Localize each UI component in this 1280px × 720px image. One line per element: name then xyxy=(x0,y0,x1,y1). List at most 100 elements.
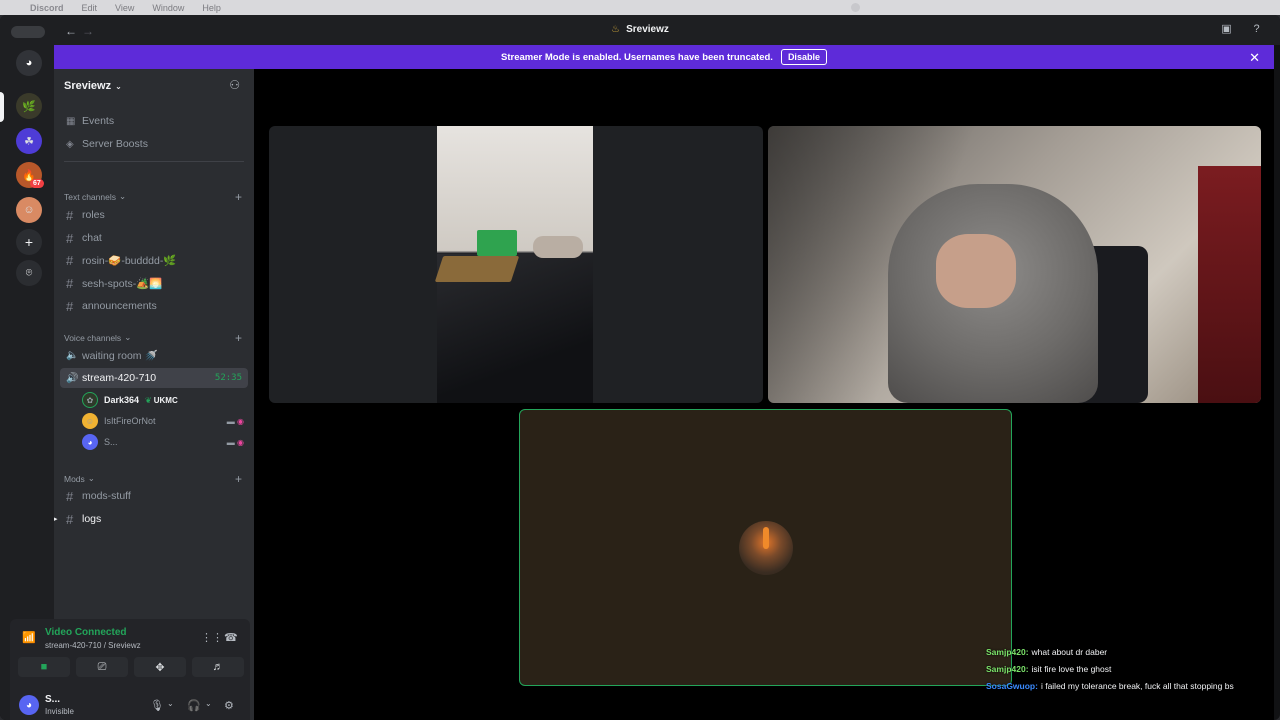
hash-icon: # xyxy=(66,298,74,314)
wooden-board xyxy=(434,256,520,282)
add-member-icon[interactable]: ⚇ xyxy=(229,78,240,92)
voice-user-name: IsItFireOrNot xyxy=(104,416,156,426)
chevron-down-icon: ⌄ xyxy=(118,191,127,201)
gear-icon[interactable]: ⚙ xyxy=(224,699,234,712)
disconnect-icon[interactable]: ☎ xyxy=(224,631,238,644)
microphone-icon[interactable]: 🎙 xyxy=(150,699,164,712)
stream-chat-overlay: Samjp420: what about dr daber Samjp420: is… xyxy=(986,647,1266,698)
channel-label: chat xyxy=(82,232,102,244)
avatar: ✿ xyxy=(82,392,98,408)
add-server-icon[interactable]: + xyxy=(16,229,42,255)
user-name[interactable]: S... xyxy=(45,694,60,705)
channel-sesh-spots[interactable]: # sesh-spots-🏕️🌅 xyxy=(60,273,248,293)
hash-icon: # xyxy=(66,511,74,527)
macos-menubar: Discord Edit View Window Help xyxy=(0,0,1280,15)
video-tile-desk-camera[interactable] xyxy=(269,126,763,403)
noise-suppression-icon[interactable]: ⋮⋮ xyxy=(201,631,223,644)
server-name: Sreviewz xyxy=(64,80,112,92)
inbox-icon[interactable]: ▣ xyxy=(1220,23,1233,36)
create-channel-icon[interactable]: + xyxy=(235,472,242,486)
discord-home-icon[interactable]: ◕ xyxy=(16,50,42,76)
video-tile-avatar[interactable] xyxy=(519,409,1012,686)
nav-events[interactable]: ▦ Events xyxy=(60,111,248,131)
chat-message: SosaGwuop: i failed my tolerance break, f… xyxy=(986,681,1266,692)
user-tag: UKMC xyxy=(153,395,178,405)
avatar: ☺ xyxy=(82,413,98,429)
avatar-campfire xyxy=(739,521,793,575)
menubar-help[interactable]: Help xyxy=(202,3,221,13)
channel-logs[interactable]: # logs xyxy=(60,509,248,529)
hash-icon: # xyxy=(66,275,74,291)
close-icon[interactable]: ✕ xyxy=(1249,50,1260,66)
server-sreviewz-icon[interactable]: 🌿 xyxy=(16,93,42,119)
unread-indicator-icon: ▸ xyxy=(54,516,58,523)
channel-label: sesh-spots-🏕️🌅 xyxy=(82,277,163,290)
create-channel-icon[interactable]: + xyxy=(235,331,242,345)
video-live-icons: ▬ ◉ xyxy=(226,437,244,447)
voice-channel-stream[interactable]: 🔊 stream-420-710 52:35 xyxy=(60,368,248,388)
chat-message: Samjp420: what about dr daber xyxy=(986,647,1266,658)
channel-label: waiting room 🚿 xyxy=(82,349,158,362)
avatar[interactable]: ◕ xyxy=(19,695,39,715)
category-mods[interactable]: Mods ⌄ + xyxy=(64,472,248,486)
chevron-down-icon[interactable]: ⌄ xyxy=(205,699,212,708)
discover-compass-icon[interactable]: ⌾ xyxy=(16,260,42,286)
person-face xyxy=(936,234,1016,308)
channel-label: logs xyxy=(82,513,102,525)
streamer-mode-banner: Streamer Mode is enabled. Usernames have… xyxy=(54,45,1274,69)
camera-button[interactable]: ■ xyxy=(18,657,70,677)
menubar-edit[interactable]: Edit xyxy=(82,3,98,13)
activities-icon: ✥ xyxy=(155,661,165,674)
soundboard-button[interactable]: ♬ xyxy=(192,657,244,677)
chat-message: Samjp420: isit fire love the ghost xyxy=(986,664,1266,675)
voice-status[interactable]: Video Connected xyxy=(45,627,127,638)
voice-channel-path[interactable]: stream-420-710 / Sreviewz xyxy=(45,641,141,650)
signal-icon[interactable]: 📶 xyxy=(22,631,36,644)
leaf-icon: ❦ xyxy=(145,395,152,405)
nav-label: Events xyxy=(82,115,115,127)
category-text-channels[interactable]: Text channels ⌄ + xyxy=(64,190,248,204)
nav-server-boosts[interactable]: ◈ Server Boosts xyxy=(60,134,248,154)
menubar-app-name[interactable]: Discord xyxy=(30,3,64,13)
channel-announcements[interactable]: # announcements xyxy=(60,296,248,316)
voice-channel-waiting-room[interactable]: 🔈 waiting room 🚿 xyxy=(60,345,248,365)
window-title: ♨ Sreviewz xyxy=(611,24,669,35)
headphones-icon[interactable]: 🎧 xyxy=(187,699,201,712)
server-avatar-icon[interactable]: ☺ xyxy=(16,197,42,223)
category-voice-channels[interactable]: Voice channels ⌄ + xyxy=(64,331,248,345)
video-tile-person-camera[interactable] xyxy=(768,126,1261,403)
activities-button[interactable]: ✥ xyxy=(134,657,186,677)
channel-mods-stuff[interactable]: # mods-stuff xyxy=(60,486,248,506)
channel-label: rosin-🥪-budddd-🌿 xyxy=(82,254,177,267)
server-header[interactable]: Sreviewz ⌄ ⚇ xyxy=(54,69,254,103)
help-icon[interactable]: ? xyxy=(1250,23,1263,36)
chat-text: what about dr daber xyxy=(1031,647,1108,657)
voice-user[interactable]: ✿ Dark364 ❦ UKMC xyxy=(82,390,248,410)
voice-timer: 52:35 xyxy=(214,373,242,383)
voice-user[interactable]: ◕ S... ▬ ◉ xyxy=(82,432,248,452)
server-icon: ♨ xyxy=(611,24,621,35)
discord-window: ← → ♨ Sreviewz ▣ ? ◕ 🌿 ☘ 🔥 67 ☺ + ⌾ Strea… xyxy=(0,15,1280,720)
channel-rosin[interactable]: # rosin-🥪-budddd-🌿 xyxy=(60,250,248,270)
camera-feed xyxy=(434,126,593,403)
chat-author: Samjp420: xyxy=(986,664,1029,674)
menubar-indicator-icon xyxy=(851,3,860,12)
video-camera-icon: ■ xyxy=(40,661,48,673)
chat-text: isit fire love the ghost xyxy=(1031,664,1112,674)
create-channel-icon[interactable]: + xyxy=(235,190,242,204)
channel-chat[interactable]: # chat xyxy=(60,228,248,248)
disable-button[interactable]: Disable xyxy=(780,49,827,65)
menubar-view[interactable]: View xyxy=(115,3,134,13)
fire-icon xyxy=(763,527,769,549)
channel-roles[interactable]: # roles xyxy=(60,205,248,225)
chevron-down-icon: ⌄ xyxy=(115,81,122,91)
voice-user-name: S... xyxy=(104,437,118,447)
menubar-window[interactable]: Window xyxy=(152,3,184,13)
soundboard-icon: ♬ xyxy=(212,661,224,673)
screen-share-button[interactable]: ⎚ xyxy=(76,657,128,677)
server-leaf-icon[interactable]: ☘ xyxy=(16,128,42,154)
chevron-down-icon[interactable]: ⌄ xyxy=(167,699,174,708)
nav-label: Server Boosts xyxy=(82,138,148,150)
channel-label: stream-420-710 xyxy=(82,372,157,384)
voice-user[interactable]: ☺ IsItFireOrNot ▬ ◉ xyxy=(82,411,248,431)
